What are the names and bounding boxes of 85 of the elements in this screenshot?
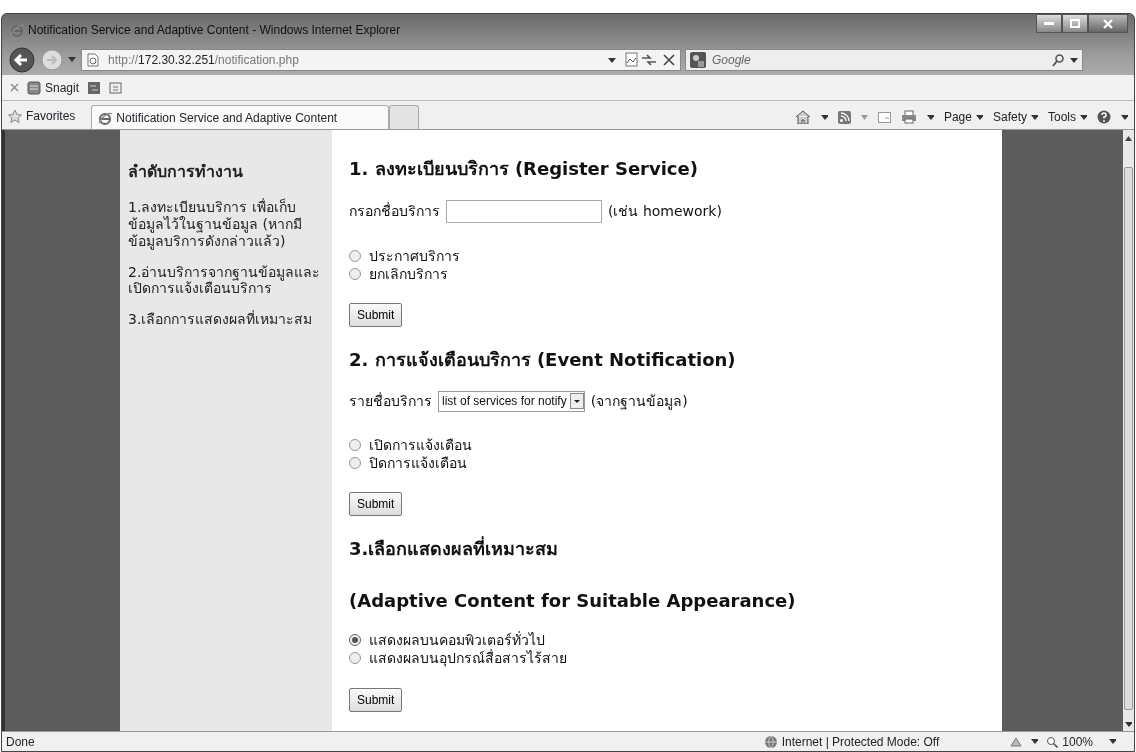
search-icon[interactable] xyxy=(1052,54,1064,68)
radio-option[interactable]: ยกเลิกบริการ xyxy=(349,264,1002,283)
minimize-icon xyxy=(1044,21,1054,26)
close-icon xyxy=(1103,18,1113,29)
window-title: Notification Service and Adaptive Content - Windows Internet Explorer xyxy=(28,21,401,39)
radio-option[interactable]: แสดงผลบนอุปกรณ์สื่อสารไร้สาย xyxy=(349,649,1002,668)
text-field[interactable] xyxy=(446,199,602,223)
popup-icon[interactable] xyxy=(1009,735,1024,748)
page-icon xyxy=(86,53,100,67)
section-heading: 3.เลือกแสดงผลที่เหมาะสม xyxy=(349,537,560,560)
radio-option[interactable]: ปิดการแจ้งเตือน xyxy=(349,453,1002,472)
caret-icon xyxy=(569,393,584,410)
caret-icon xyxy=(1080,114,1087,120)
dropdown-icon[interactable] xyxy=(1121,114,1128,120)
submit-button[interactable]: Submit xyxy=(349,302,403,327)
search-field[interactable]: Google xyxy=(685,49,1083,71)
scroll-up-icon[interactable] xyxy=(1125,136,1132,141)
dropdown-icon[interactable] xyxy=(1070,57,1078,63)
dropdown-icon[interactable] xyxy=(608,58,616,64)
compatibility-icon[interactable] xyxy=(624,52,640,68)
favorites-button[interactable]: Favorites xyxy=(8,107,76,125)
dropdown-icon[interactable] xyxy=(1031,739,1039,744)
radio-option[interactable]: เปิดการแจ้งเตือน xyxy=(349,435,1002,454)
dropdown-icon[interactable] xyxy=(926,114,934,120)
radio-button[interactable] xyxy=(349,249,361,262)
refresh-icon[interactable] xyxy=(640,53,658,67)
browser-tab[interactable]: Notification Service and Adaptive Content xyxy=(91,105,390,129)
caret-icon xyxy=(1031,114,1038,120)
section-heading: (Adaptive Content for Suitable Appearance) xyxy=(349,589,797,612)
home-icon[interactable] xyxy=(794,110,811,124)
security-zone: Internet | Protected Mode: Off xyxy=(763,732,940,751)
submit-button[interactable]: Submit xyxy=(349,491,403,516)
caret-icon xyxy=(975,114,983,120)
app-icon xyxy=(27,80,41,95)
zoom-button[interactable]: 100% xyxy=(1046,732,1093,751)
search-provider-icon xyxy=(690,52,706,68)
field-label: กรอกชื่อบริการ xyxy=(349,201,440,221)
radio-button[interactable] xyxy=(349,634,361,647)
browser-icon xyxy=(98,110,113,125)
globe-icon xyxy=(763,734,778,749)
field-note: (จากฐานข้อมูล) xyxy=(590,391,688,412)
browser-icon xyxy=(10,22,24,37)
radio-button[interactable] xyxy=(349,438,361,451)
radio-option[interactable]: ประกาศบริการ xyxy=(349,246,1002,265)
url-text: http://172.30.32.251/notification.php xyxy=(107,52,299,69)
minimize-button[interactable] xyxy=(1036,14,1062,33)
radio-button[interactable] xyxy=(349,456,361,469)
submit-button[interactable]: Submit xyxy=(349,687,403,712)
sidebar-step: 1.ลงทะเบียนบริการ เพื่อเก็บข้อมูลไว้ในฐานข้อมูล (หากมีข้อมูลบริการดังกล่าวแล้ว) xyxy=(128,199,324,250)
feed-icon[interactable] xyxy=(837,110,851,124)
mail-icon[interactable] xyxy=(877,111,891,123)
menu-button[interactable]: Safety xyxy=(992,108,1038,126)
scrollbar[interactable] xyxy=(1123,130,1134,731)
section-heading: 2. การแจ้งเตือนบริการ (Event Notification) xyxy=(349,348,737,371)
dropdown-icon[interactable] xyxy=(68,57,77,63)
back-button[interactable] xyxy=(8,46,36,74)
maximize-icon xyxy=(1070,19,1080,28)
menu-button[interactable]: Tools xyxy=(1048,108,1087,126)
maximize-button[interactable] xyxy=(1062,14,1088,33)
window-icon[interactable] xyxy=(87,80,102,95)
service-select[interactable]: list of services for notify xyxy=(438,390,585,412)
scroll-down-icon[interactable] xyxy=(1125,722,1132,727)
stop-icon[interactable] xyxy=(662,53,676,67)
status-text: Done xyxy=(6,733,35,751)
help-icon[interactable] xyxy=(1097,110,1111,124)
menu-button[interactable]: Page xyxy=(943,108,983,126)
sidebar-heading: ลำดับการทำงาน xyxy=(128,162,244,182)
address-field[interactable]: http://172.30.32.251/notification.php xyxy=(81,49,681,71)
dropdown-icon[interactable] xyxy=(820,114,828,120)
close-button[interactable] xyxy=(1088,14,1128,33)
field-note: (เช่น homework) xyxy=(608,201,722,221)
toolbar-button[interactable]: Snagit xyxy=(27,78,80,97)
radio-button[interactable] xyxy=(349,652,361,665)
print-icon[interactable] xyxy=(900,110,917,124)
sidebar-step: 2.อ่านบริการจากฐานข้อมูลและเปิดการแจ้งเตือนบริการ xyxy=(128,263,324,298)
section-heading: 1. ลงทะเบียนบริการ (Register Service) xyxy=(349,158,699,180)
dropdown-icon[interactable] xyxy=(1109,739,1116,744)
zoom-icon xyxy=(1046,735,1059,748)
field-label: รายชื่อบริการ xyxy=(349,391,432,411)
scroll-thumb[interactable] xyxy=(1124,167,1133,710)
close-icon[interactable] xyxy=(10,83,19,92)
radio-button[interactable] xyxy=(349,267,361,280)
star-icon xyxy=(8,109,22,123)
radio-option[interactable]: แสดงผลบนคอมพิวเตอร์ทั่วไป xyxy=(349,631,1002,650)
sidebar-step: 3.เลือกการแสดงผลที่เหมาะสม xyxy=(128,311,324,328)
